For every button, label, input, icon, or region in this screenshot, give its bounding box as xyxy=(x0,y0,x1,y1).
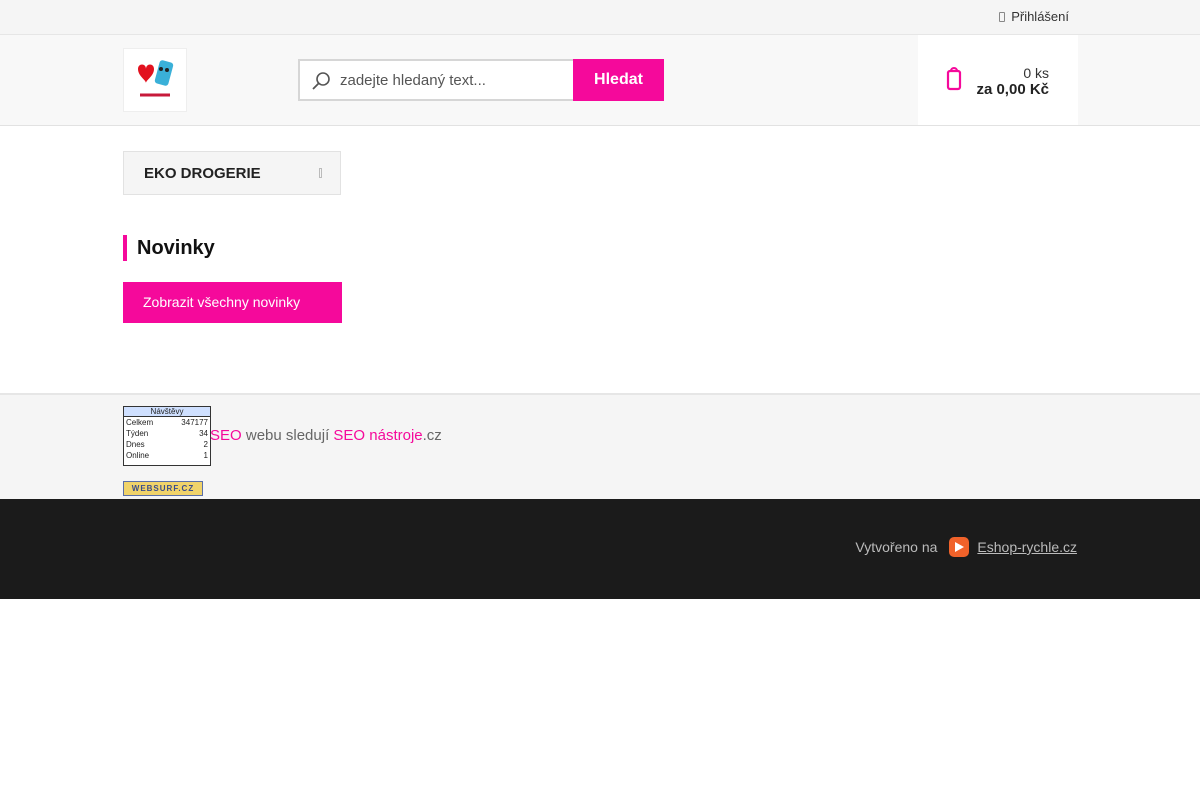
search-input[interactable] xyxy=(340,61,570,99)
login-label: Přihlášení xyxy=(1011,9,1069,24)
top-bar: Přihlášení xyxy=(0,0,1200,35)
header: Hledat 0 ks za 0,00 Kč xyxy=(0,35,1200,126)
shop-logo[interactable] xyxy=(123,48,187,112)
seo-tools-link[interactable]: SEO nástroje xyxy=(333,427,422,444)
login-link[interactable]: Přihlášení xyxy=(999,9,1069,24)
category-eko-drogerie[interactable]: EKO DROGERIE xyxy=(123,151,341,195)
toplist-row-label: Dnes xyxy=(126,440,145,449)
cart-quantity: 0 ks xyxy=(1023,65,1049,81)
toplist-row-label: Online xyxy=(126,451,150,460)
toplist-row-label: Celkem xyxy=(126,418,154,427)
footer: Vytvořeno na Eshop-rychle.cz xyxy=(0,499,1200,599)
search-form: Hledat xyxy=(298,59,664,101)
eshop-rychle-logo-icon xyxy=(949,537,970,557)
created-label: Vytvořeno na xyxy=(855,539,938,555)
toplist-row-value: 2 xyxy=(203,440,208,449)
toplist-row-value: 347177 xyxy=(181,418,208,427)
seo-text-suffix: .cz xyxy=(422,427,442,444)
toplist-header: Návštěvy xyxy=(124,407,210,417)
toplist-row-label: Týden xyxy=(126,429,149,438)
toplist-row-value: 1 xyxy=(203,451,208,460)
logo-image xyxy=(138,60,174,97)
cart-icon xyxy=(946,67,962,91)
toplist-row: Týden 34 xyxy=(124,428,210,439)
chevron-right-icon xyxy=(319,168,322,178)
seo-link[interactable]: SEO xyxy=(210,427,242,444)
novinky-heading: Novinky xyxy=(123,235,215,261)
seo-tracking-text: SEO webu sledují SEO nástroje.cz xyxy=(210,427,442,444)
search-button[interactable]: Hledat xyxy=(573,59,664,101)
search-icon xyxy=(312,72,330,90)
toplist-row: Online 1 xyxy=(124,450,210,461)
eshop-rychle-link[interactable]: Eshop-rychle.cz xyxy=(977,539,1077,555)
user-icon xyxy=(999,11,1006,22)
toplist-counter[interactable]: Návštěvy Celkem 347177 Týden 34 Dnes 2 O… xyxy=(123,406,211,466)
toplist-row: Dnes 2 xyxy=(124,439,210,450)
seo-text-middle: webu sledují xyxy=(241,427,334,444)
created-by: Vytvořeno na Eshop-rychle.cz xyxy=(855,537,1077,557)
search-box xyxy=(298,59,573,101)
websurf-badge[interactable]: WEBSURF.CZ xyxy=(123,481,203,496)
cart-widget[interactable]: 0 ks za 0,00 Kč xyxy=(918,35,1078,125)
counter-strip: Návštěvy Celkem 347177 Týden 34 Dnes 2 O… xyxy=(0,393,1200,499)
toplist-row: Celkem 347177 xyxy=(124,417,210,428)
cart-total: za 0,00 Kč xyxy=(976,81,1049,98)
show-all-novinky-button[interactable]: Zobrazit všechny novinky xyxy=(123,282,342,323)
toplist-row-value: 34 xyxy=(199,429,208,438)
category-label: EKO DROGERIE xyxy=(144,165,261,182)
